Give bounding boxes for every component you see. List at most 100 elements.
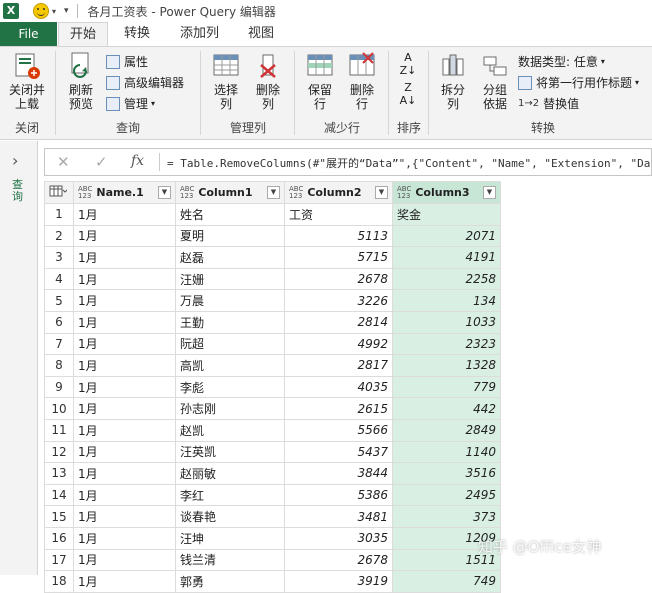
cell-column2[interactable]: 5437 (284, 440, 393, 464)
cell-column2[interactable]: 5113 (284, 224, 393, 248)
cell-column1[interactable]: 汪坤 (175, 526, 285, 550)
fx-icon[interactable]: fx (131, 153, 144, 169)
cell-column1[interactable]: 孙志刚 (175, 397, 285, 420)
row-number[interactable]: 17 (44, 548, 74, 572)
cell-name1[interactable]: 1月 (73, 526, 176, 550)
column-header-column2[interactable]: ABC 123 Column2 ▼ (284, 181, 393, 204)
cell-name1[interactable]: 1月 (73, 332, 176, 356)
tab-view[interactable]: 视图 (248, 22, 274, 46)
cell-name1[interactable]: 1月 (73, 246, 176, 269)
row-number[interactable]: 8 (44, 354, 74, 377)
group-by-button[interactable]: 分组 依据 (476, 51, 514, 111)
row-number[interactable]: 4 (44, 267, 74, 291)
cell-column2[interactable]: 工资 (284, 203, 393, 226)
cell-column3[interactable]: 779 (392, 375, 501, 399)
cell-column2[interactable]: 4992 (284, 332, 393, 356)
cell-column1[interactable]: 汪姗 (175, 267, 285, 291)
cell-column2[interactable]: 2814 (284, 310, 393, 334)
row-number[interactable]: 14 (44, 483, 74, 507)
cell-column1[interactable]: 赵磊 (175, 246, 285, 269)
row-number[interactable]: 6 (44, 310, 74, 334)
cell-name1[interactable]: 1月 (73, 440, 176, 464)
tab-file[interactable]: File (0, 22, 57, 46)
formula-input[interactable]: = Table.RemoveColumns(#"展开的“Data”",{"Con… (167, 155, 650, 171)
row-number[interactable]: 15 (44, 505, 74, 528)
properties-button[interactable]: 属性 (106, 53, 148, 71)
cell-name1[interactable]: 1月 (73, 310, 176, 334)
cell-name1[interactable]: 1月 (73, 505, 176, 528)
refresh-preview-button[interactable]: 刷新 预览 (60, 51, 102, 111)
cell-name1[interactable]: 1月 (73, 397, 176, 420)
row-number[interactable]: 9 (44, 375, 74, 399)
sort-ascending-button[interactable]: A Z↓ (394, 51, 422, 77)
cell-column3[interactable]: 442 (392, 397, 501, 420)
cell-column2[interactable]: 3035 (284, 526, 393, 550)
cell-column1[interactable]: 李彪 (175, 375, 285, 399)
check-icon[interactable]: ✓ (95, 153, 108, 171)
column-header-column3[interactable]: ABC 123 Column3 ▼ (392, 181, 501, 204)
cell-name1[interactable]: 1月 (73, 483, 176, 507)
cell-column3[interactable]: 2258 (392, 267, 501, 291)
cell-column2[interactable]: 2615 (284, 397, 393, 420)
customize-toolbar-icon[interactable]: ▾ (64, 6, 69, 16)
cell-column3[interactable]: 奖金 (392, 203, 501, 226)
cell-column3[interactable]: 373 (392, 505, 501, 528)
cell-column3[interactable]: 4191 (392, 246, 501, 269)
cell-column1[interactable]: 谈春艳 (175, 505, 285, 528)
cell-column2[interactable]: 3844 (284, 462, 393, 485)
smiley-icon[interactable] (33, 3, 49, 19)
cell-column2[interactable]: 2678 (284, 548, 393, 572)
cell-column3[interactable]: 2323 (392, 332, 501, 356)
cell-column1[interactable]: 赵凯 (175, 418, 285, 442)
cell-column2[interactable]: 3481 (284, 505, 393, 528)
use-first-row-headers-button[interactable]: 将第一行用作标题 ▾ (518, 74, 639, 92)
cell-name1[interactable]: 1月 (73, 203, 176, 226)
tab-add-column[interactable]: 添加列 (180, 22, 219, 46)
replace-values-button[interactable]: 1→2 替换值 (518, 95, 579, 113)
cell-column1[interactable]: 李红 (175, 483, 285, 507)
cell-column1[interactable]: 万晨 (175, 289, 285, 312)
cell-name1[interactable]: 1月 (73, 267, 176, 291)
quick-access-dropdown-icon[interactable]: ▾ (52, 7, 56, 16)
filter-dropdown-icon[interactable]: ▼ (483, 186, 496, 199)
tab-home[interactable]: 开始 (58, 22, 108, 46)
cell-column2[interactable]: 2678 (284, 267, 393, 291)
row-number[interactable]: 16 (44, 526, 74, 550)
cell-name1[interactable]: 1月 (73, 548, 176, 572)
row-number[interactable]: 1 (44, 203, 74, 226)
row-number[interactable]: 3 (44, 246, 74, 269)
cell-name1[interactable]: 1月 (73, 418, 176, 442)
remove-columns-button[interactable]: 删除 列 (248, 51, 288, 111)
data-type-dropdown[interactable]: 数据类型: 任意 ▾ (518, 53, 605, 71)
row-number[interactable]: 2 (44, 224, 74, 248)
cell-column3[interactable]: 2849 (392, 418, 501, 442)
table-corner-menu[interactable] (44, 181, 74, 204)
cancel-icon[interactable]: ✕ (57, 153, 70, 171)
row-number[interactable]: 18 (44, 570, 74, 593)
cell-column1[interactable]: 赵丽敏 (175, 462, 285, 485)
row-number[interactable]: 12 (44, 440, 74, 464)
cell-column2[interactable]: 2817 (284, 354, 393, 377)
row-number[interactable]: 10 (44, 397, 74, 420)
cell-column1[interactable]: 姓名 (175, 203, 285, 226)
column-header-name1[interactable]: ABC 123 Name.1 ▼ (73, 181, 176, 204)
cell-column2[interactable]: 3919 (284, 570, 393, 593)
cell-column3[interactable]: 1033 (392, 310, 501, 334)
cell-name1[interactable]: 1月 (73, 354, 176, 377)
cell-column2[interactable]: 5386 (284, 483, 393, 507)
cell-name1[interactable]: 1月 (73, 224, 176, 248)
cell-column3[interactable]: 1328 (392, 354, 501, 377)
advanced-editor-button[interactable]: 高级编辑器 (106, 74, 184, 92)
cell-column2[interactable]: 5566 (284, 418, 393, 442)
filter-dropdown-icon[interactable]: ▼ (267, 186, 280, 199)
cell-column2[interactable]: 4035 (284, 375, 393, 399)
remove-rows-button[interactable]: 删除 行 (342, 51, 382, 111)
type-any-icon[interactable]: ABC 123 (289, 185, 303, 200)
cell-column1[interactable]: 钱兰清 (175, 548, 285, 572)
cell-column2[interactable]: 5715 (284, 246, 393, 269)
cell-column3[interactable]: 134 (392, 289, 501, 312)
cell-name1[interactable]: 1月 (73, 289, 176, 312)
type-any-icon[interactable]: ABC 123 (78, 185, 92, 200)
cell-column3[interactable]: 749 (392, 570, 501, 593)
filter-dropdown-icon[interactable]: ▼ (375, 186, 388, 199)
